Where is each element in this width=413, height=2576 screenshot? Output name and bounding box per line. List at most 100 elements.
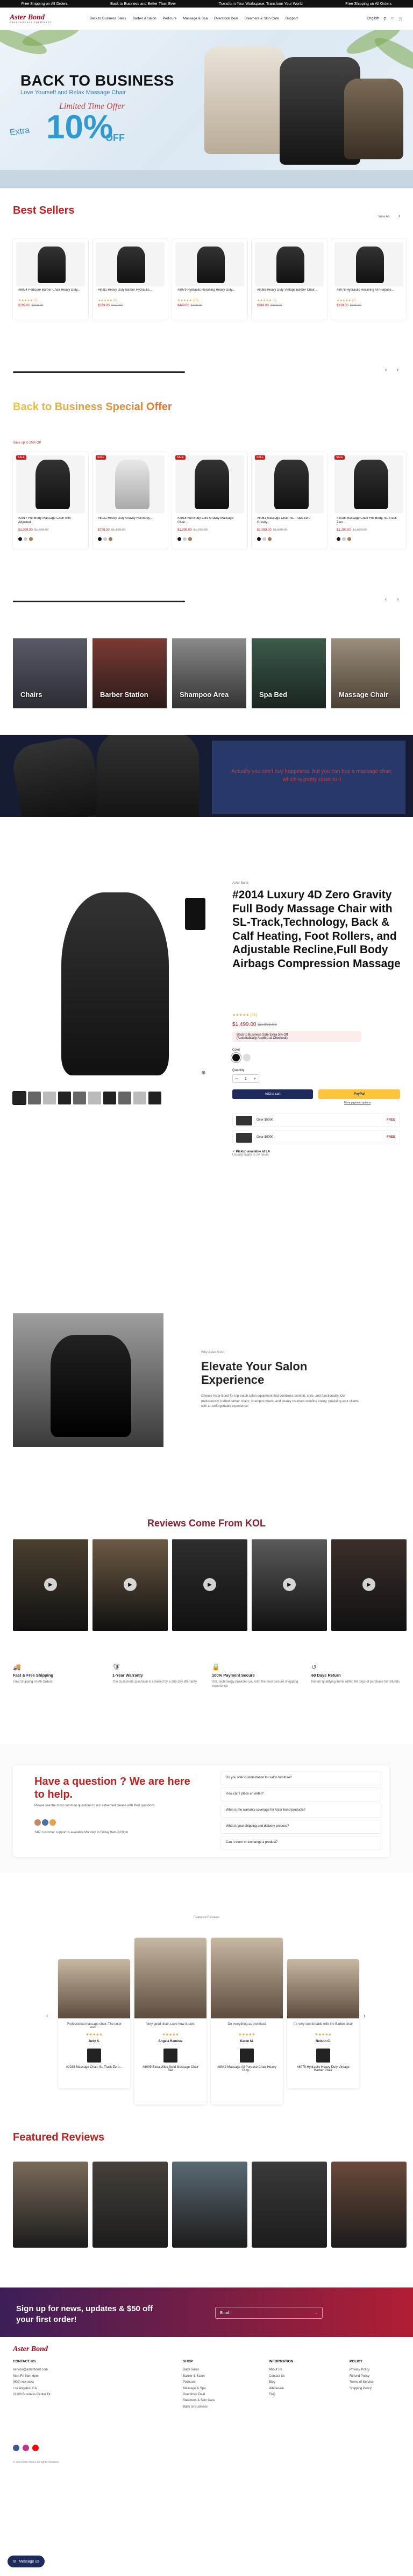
color-swatch[interactable] — [18, 537, 22, 541]
faq-question[interactable]: What is the warranty coverage for Aster … — [220, 1804, 382, 1817]
product-card[interactable]: SALE #2017 Full Body Massage Chair with A… — [13, 452, 88, 549]
scroll-bar[interactable] — [13, 601, 185, 602]
category-tile[interactable]: Chairs — [13, 638, 87, 708]
footer-link[interactable]: Massage & Spa — [183, 2386, 215, 2392]
prev-arrow-icon[interactable]: ‹ — [385, 596, 387, 602]
email-field[interactable]: Email → — [215, 2307, 323, 2319]
plus-icon[interactable]: + — [254, 1077, 256, 1081]
quantity-stepper[interactable]: − 1 + — [232, 1074, 259, 1083]
footer-logo[interactable]: Aster Bond — [13, 2346, 48, 2353]
product-thumbnail[interactable] — [103, 1092, 116, 1104]
product-rating[interactable]: ★★★★★ (26) — [232, 1013, 257, 1017]
review-card[interactable]: Professional massage chair. The color wa… — [58, 1959, 130, 2088]
color-swatch[interactable] — [342, 537, 346, 541]
color-swatch[interactable] — [268, 537, 272, 541]
product-card[interactable]: #8088 Heavy Duty Vintage Barber Chair...… — [252, 239, 327, 320]
product-thumbnail[interactable] — [58, 1092, 71, 1104]
kol-video[interactable]: ▶ — [252, 1539, 327, 1631]
featured-review-tile[interactable] — [13, 2162, 88, 2248]
product-card[interactable]: #8081 Heavy Duty Barber Hydraulic... ★★★★… — [92, 239, 168, 320]
footer-link[interactable]: Blog — [269, 2380, 293, 2385]
color-swatch[interactable] — [109, 537, 112, 541]
scroll-bar[interactable] — [13, 371, 185, 373]
color-swatch-gray[interactable] — [243, 1054, 251, 1061]
review-card[interactable]: Do everything as promised ★★★★★ Karen M. #8… — [211, 1938, 283, 2105]
review-card[interactable]: It's very comfortable with the Barber ch… — [287, 1959, 359, 2088]
product-thumbnail[interactable] — [28, 1092, 41, 1104]
view-all-link[interactable]: View All — [378, 215, 389, 219]
nav-item[interactable]: Back to Business Sales — [90, 17, 126, 20]
product-main-image[interactable]: ⊕ — [13, 882, 217, 1086]
paypal-button[interactable]: PayPal — [318, 1089, 400, 1099]
footer-link[interactable]: About Us — [269, 2367, 293, 2373]
nav-item[interactable]: Barber & Salon — [133, 17, 156, 20]
kol-video[interactable]: ▶ — [13, 1539, 88, 1631]
instagram-icon[interactable] — [23, 2445, 29, 2451]
nav-item[interactable]: Pedicure — [163, 17, 177, 20]
color-swatch[interactable] — [183, 537, 187, 541]
nav-item[interactable]: Support — [286, 17, 298, 20]
footer-link[interactable]: Back to Business — [183, 2404, 215, 2410]
youtube-icon[interactable] — [32, 2445, 39, 2451]
category-tile[interactable]: Shampoo Area — [172, 638, 246, 708]
kol-video[interactable]: ▶ — [172, 1539, 247, 1631]
category-tile[interactable]: Massage Chair — [331, 638, 400, 708]
product-card[interactable]: SALE #8061 Massage Chair, SL Track Zero G… — [252, 452, 327, 549]
color-swatch[interactable] — [347, 537, 351, 541]
category-tile[interactable]: Barber Station — [92, 638, 167, 708]
prev-arrow-icon[interactable]: ‹ — [385, 367, 387, 373]
play-icon[interactable]: ▶ — [362, 1578, 375, 1591]
footer-link[interactable]: Steamers & Skin Care — [183, 2398, 215, 2404]
product-thumbnail[interactable] — [118, 1092, 131, 1104]
featured-review-tile[interactable] — [92, 2162, 168, 2248]
color-swatch[interactable] — [337, 537, 340, 541]
product-thumbnail[interactable] — [43, 1092, 56, 1104]
play-icon[interactable]: ▶ — [44, 1578, 57, 1591]
nav-item[interactable]: Overstock Deal — [214, 17, 238, 20]
kol-video[interactable]: ▶ — [92, 1539, 168, 1631]
color-swatch[interactable] — [98, 537, 102, 541]
facebook-icon[interactable] — [13, 2445, 19, 2451]
product-card[interactable]: SALE #2018 Full Body Zero Gravity Massage… — [172, 452, 247, 549]
footer-link[interactable]: Wholesale — [269, 2386, 293, 2392]
cart-icon[interactable]: 🛒 — [398, 17, 403, 21]
color-swatch[interactable] — [177, 537, 181, 541]
faq-question[interactable]: What is your shipping and delivery proce… — [220, 1820, 382, 1833]
footer-link[interactable]: Privacy Policy — [350, 2367, 374, 2373]
product-thumbnail[interactable] — [88, 1092, 101, 1104]
footer-link[interactable]: Barber & Salon — [183, 2374, 215, 2380]
review-card[interactable]: Very good chair. Love how it pairs ★★★★★ A… — [134, 1938, 206, 2105]
footer-link[interactable]: Pedicure — [183, 2380, 215, 2385]
product-card[interactable]: #8079 Hydraulic Reclining Heavy Duty... ★… — [172, 239, 247, 320]
nav-item[interactable]: Massage & Spa — [183, 17, 208, 20]
product-thumbnail[interactable] — [12, 1091, 26, 1105]
product-card[interactable]: #8078 Hydraulic Reclining All Purpose...… — [331, 239, 407, 320]
footer-link[interactable]: Terms of Service — [350, 2380, 374, 2385]
play-icon[interactable]: ▶ — [283, 1578, 296, 1591]
footer-link[interactable]: Refund Policy — [350, 2374, 374, 2380]
footer-link[interactable]: Back Sales — [183, 2367, 215, 2373]
product-card[interactable]: SALE #2038 Massage Chair Full Body, SL Tr… — [331, 452, 407, 549]
faq-question[interactable]: Do you offer customization for salon fur… — [220, 1772, 382, 1785]
zoom-icon[interactable]: ⊕ — [201, 1070, 205, 1076]
footer-link[interactable]: Shipping Policy — [350, 2386, 374, 2392]
footer-link[interactable]: FAQ — [269, 2392, 293, 2398]
minus-icon[interactable]: − — [236, 1077, 238, 1081]
color-swatch[interactable] — [29, 537, 33, 541]
product-thumbnail[interactable] — [148, 1092, 161, 1104]
kol-video[interactable]: ▶ — [331, 1539, 407, 1631]
featured-review-tile[interactable] — [252, 2162, 327, 2248]
product-thumbnail[interactable] — [133, 1092, 146, 1104]
product-card[interactable]: #8024 Pedicure Barber Chair Heavy Duty..… — [13, 239, 88, 320]
search-icon[interactable]: ⚲ — [383, 17, 386, 21]
next-arrow-icon[interactable]: › — [397, 367, 398, 373]
featured-review-tile[interactable] — [331, 2162, 407, 2248]
message-us-button[interactable]: ✉ Message us — [8, 2556, 45, 2567]
play-icon[interactable]: ▶ — [124, 1578, 137, 1591]
brand-logo[interactable]: Aster Bond PROFESSIONAL EQUIPMENT — [10, 13, 52, 24]
product-thumbnail[interactable] — [73, 1092, 86, 1104]
footer-link[interactable]: Contact Us — [269, 2374, 293, 2380]
nav-item[interactable]: Steamers & Skin Care — [245, 17, 279, 20]
chevron-right-icon[interactable]: › — [398, 213, 400, 219]
color-swatch[interactable] — [24, 537, 27, 541]
